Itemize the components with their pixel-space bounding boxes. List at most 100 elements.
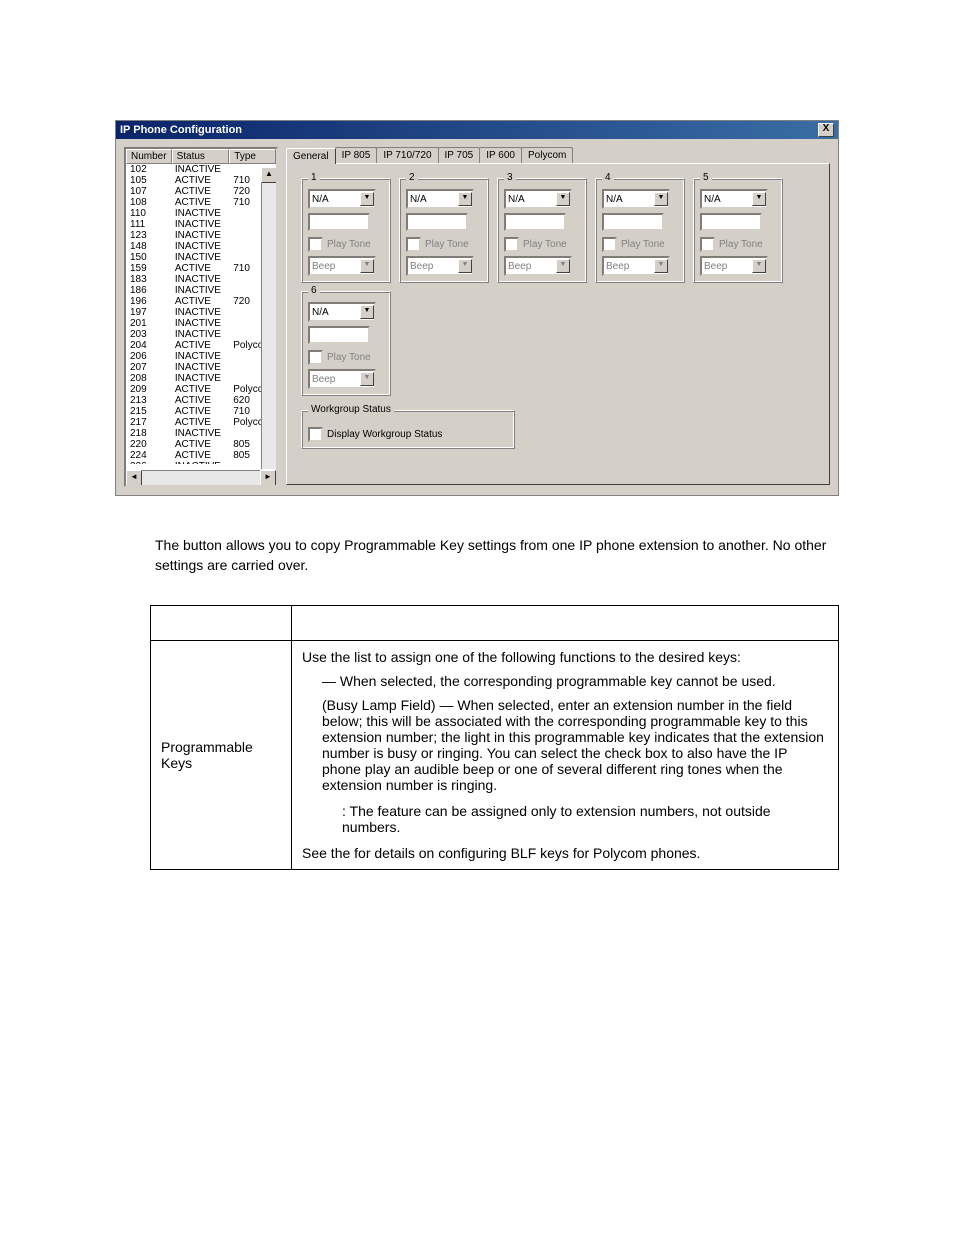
table-row[interactable]: 108ACTIVE710 [126,197,276,208]
table-row[interactable]: 215ACTIVE710 [126,406,276,417]
table-row[interactable]: 197INACTIVE [126,307,276,318]
extension-field[interactable] [700,213,762,231]
tab-polycom[interactable]: Polycom [521,147,573,163]
chevron-down-icon[interactable]: ▼ [360,259,374,273]
table-left-label: Programmable Keys [151,641,292,870]
vertical-scrollbar[interactable]: ▲ ▼ [261,167,276,471]
play-tone-checkbox[interactable] [504,237,519,252]
tone-dropdown[interactable]: Beep▼ [700,256,768,276]
play-tone-label: Play Tone [719,239,763,250]
play-tone-checkbox[interactable] [700,237,715,252]
table-row[interactable]: 207INACTIVE [126,362,276,373]
list-body[interactable]: 102INACTIVE105ACTIVE710107ACTIVE720108AC… [126,164,276,464]
display-workgroup-label: Display Workgroup Status [327,429,442,440]
table-row[interactable]: 123INACTIVE [126,230,276,241]
tone-dropdown[interactable]: Beep▼ [308,369,376,389]
programmable-key-group: 5N/A▼Play ToneBeep▼ [693,178,783,283]
col-type[interactable]: Type [229,149,276,164]
play-tone-checkbox[interactable] [308,350,323,365]
extension-field[interactable] [602,213,664,231]
table-row[interactable]: 183INACTIVE [126,274,276,285]
table-row[interactable]: 110INACTIVE [126,208,276,219]
scroll-left-icon[interactable]: ◄ [126,470,142,486]
programmable-key-group: 2N/A▼Play ToneBeep▼ [399,178,489,283]
programmable-key-group: 3N/A▼Play ToneBeep▼ [497,178,587,283]
display-workgroup-status-row[interactable]: Display Workgroup Status [308,427,508,442]
extension-list[interactable]: Number Status Type 102INACTIVE105ACTIVE7… [124,147,278,487]
chevron-down-icon[interactable]: ▼ [360,305,374,319]
table-row[interactable]: 209ACTIVEPolycom [126,384,276,395]
table-row[interactable]: 204ACTIVEPolycom [126,340,276,351]
table-row[interactable]: 217ACTIVEPolycom [126,417,276,428]
table-row[interactable]: 159ACTIVE710 [126,263,276,274]
table-row[interactable]: 150INACTIVE [126,252,276,263]
desc-line1: Use the list to assign one of the follow… [302,649,828,665]
function-dropdown[interactable]: N/A▼ [308,302,376,322]
table-row[interactable]: 148INACTIVE [126,241,276,252]
extension-field[interactable] [406,213,468,231]
col-number[interactable]: Number [126,149,172,164]
table-row[interactable]: 196ACTIVE720 [126,296,276,307]
chevron-down-icon[interactable]: ▼ [458,192,472,206]
chevron-down-icon[interactable]: ▼ [654,259,668,273]
close-icon[interactable]: X [818,123,834,137]
play-tone-row: Play Tone [504,237,580,252]
scroll-up-icon[interactable]: ▲ [261,167,277,183]
horizontal-scrollbar[interactable]: ◄ ► [126,470,262,485]
window-title: IP Phone Configuration [120,124,242,136]
function-dropdown[interactable]: N/A▼ [504,189,572,209]
table-row[interactable]: 102INACTIVE [126,164,276,175]
extension-field[interactable] [308,326,370,344]
table-row[interactable]: 220ACTIVE805 [126,439,276,450]
play-tone-label: Play Tone [425,239,469,250]
workgroup-status-group: Workgroup Status Display Workgroup Statu… [301,410,515,449]
table-row[interactable]: 203INACTIVE [126,329,276,340]
scroll-right-icon[interactable]: ► [260,470,276,486]
table-row[interactable]: 206INACTIVE [126,351,276,362]
tab-strip: General IP 805 IP 710/720 IP 705 IP 600 … [286,147,830,163]
table-row[interactable]: 111INACTIVE [126,219,276,230]
table-row[interactable]: 224ACTIVE805 [126,450,276,461]
chevron-down-icon[interactable]: ▼ [654,192,668,206]
play-tone-checkbox[interactable] [308,237,323,252]
display-workgroup-checkbox[interactable] [308,427,323,442]
table-row[interactable]: 107ACTIVE720 [126,186,276,197]
text-fragment: The [155,537,183,553]
play-tone-row: Play Tone [406,237,482,252]
function-dropdown[interactable]: N/A▼ [308,189,376,209]
col-status[interactable]: Status [172,149,230,164]
extension-field[interactable] [504,213,566,231]
tab-ip705[interactable]: IP 705 [438,147,481,163]
tone-dropdown[interactable]: Beep▼ [602,256,670,276]
function-dropdown[interactable]: N/A▼ [602,189,670,209]
tab-ip710-720[interactable]: IP 710/720 [376,147,438,163]
ip-phone-config-window: IP Phone Configuration X Number Status T… [115,120,839,496]
play-tone-checkbox[interactable] [406,237,421,252]
play-tone-checkbox[interactable] [602,237,617,252]
chevron-down-icon[interactable]: ▼ [556,192,570,206]
table-row[interactable]: 201INACTIVE [126,318,276,329]
chevron-down-icon[interactable]: ▼ [752,192,766,206]
chevron-down-icon[interactable]: ▼ [458,259,472,273]
tab-ip805[interactable]: IP 805 [335,147,378,163]
chevron-down-icon[interactable]: ▼ [360,372,374,386]
tone-dropdown[interactable]: Beep▼ [406,256,474,276]
table-row[interactable]: 218INACTIVE [126,428,276,439]
table-row[interactable]: 213ACTIVE620 [126,395,276,406]
tone-dropdown[interactable]: Beep▼ [504,256,572,276]
function-dropdown[interactable]: N/A▼ [406,189,474,209]
extension-field[interactable] [308,213,370,231]
chevron-down-icon[interactable]: ▼ [360,192,374,206]
chevron-down-icon[interactable]: ▼ [556,259,570,273]
table-row[interactable]: 208INACTIVE [126,373,276,384]
desc-seealso: See the for details on configuring BLF k… [302,845,828,861]
tab-general[interactable]: General [286,148,336,164]
function-dropdown[interactable]: N/A▼ [700,189,768,209]
tab-ip600[interactable]: IP 600 [479,147,522,163]
table-row[interactable]: 105ACTIVE710 [126,175,276,186]
table-row[interactable]: 226INACTIVE [126,461,276,464]
table-row[interactable]: 186INACTIVE [126,285,276,296]
group-legend: 3 [504,172,516,183]
tone-dropdown[interactable]: Beep▼ [308,256,376,276]
chevron-down-icon[interactable]: ▼ [752,259,766,273]
